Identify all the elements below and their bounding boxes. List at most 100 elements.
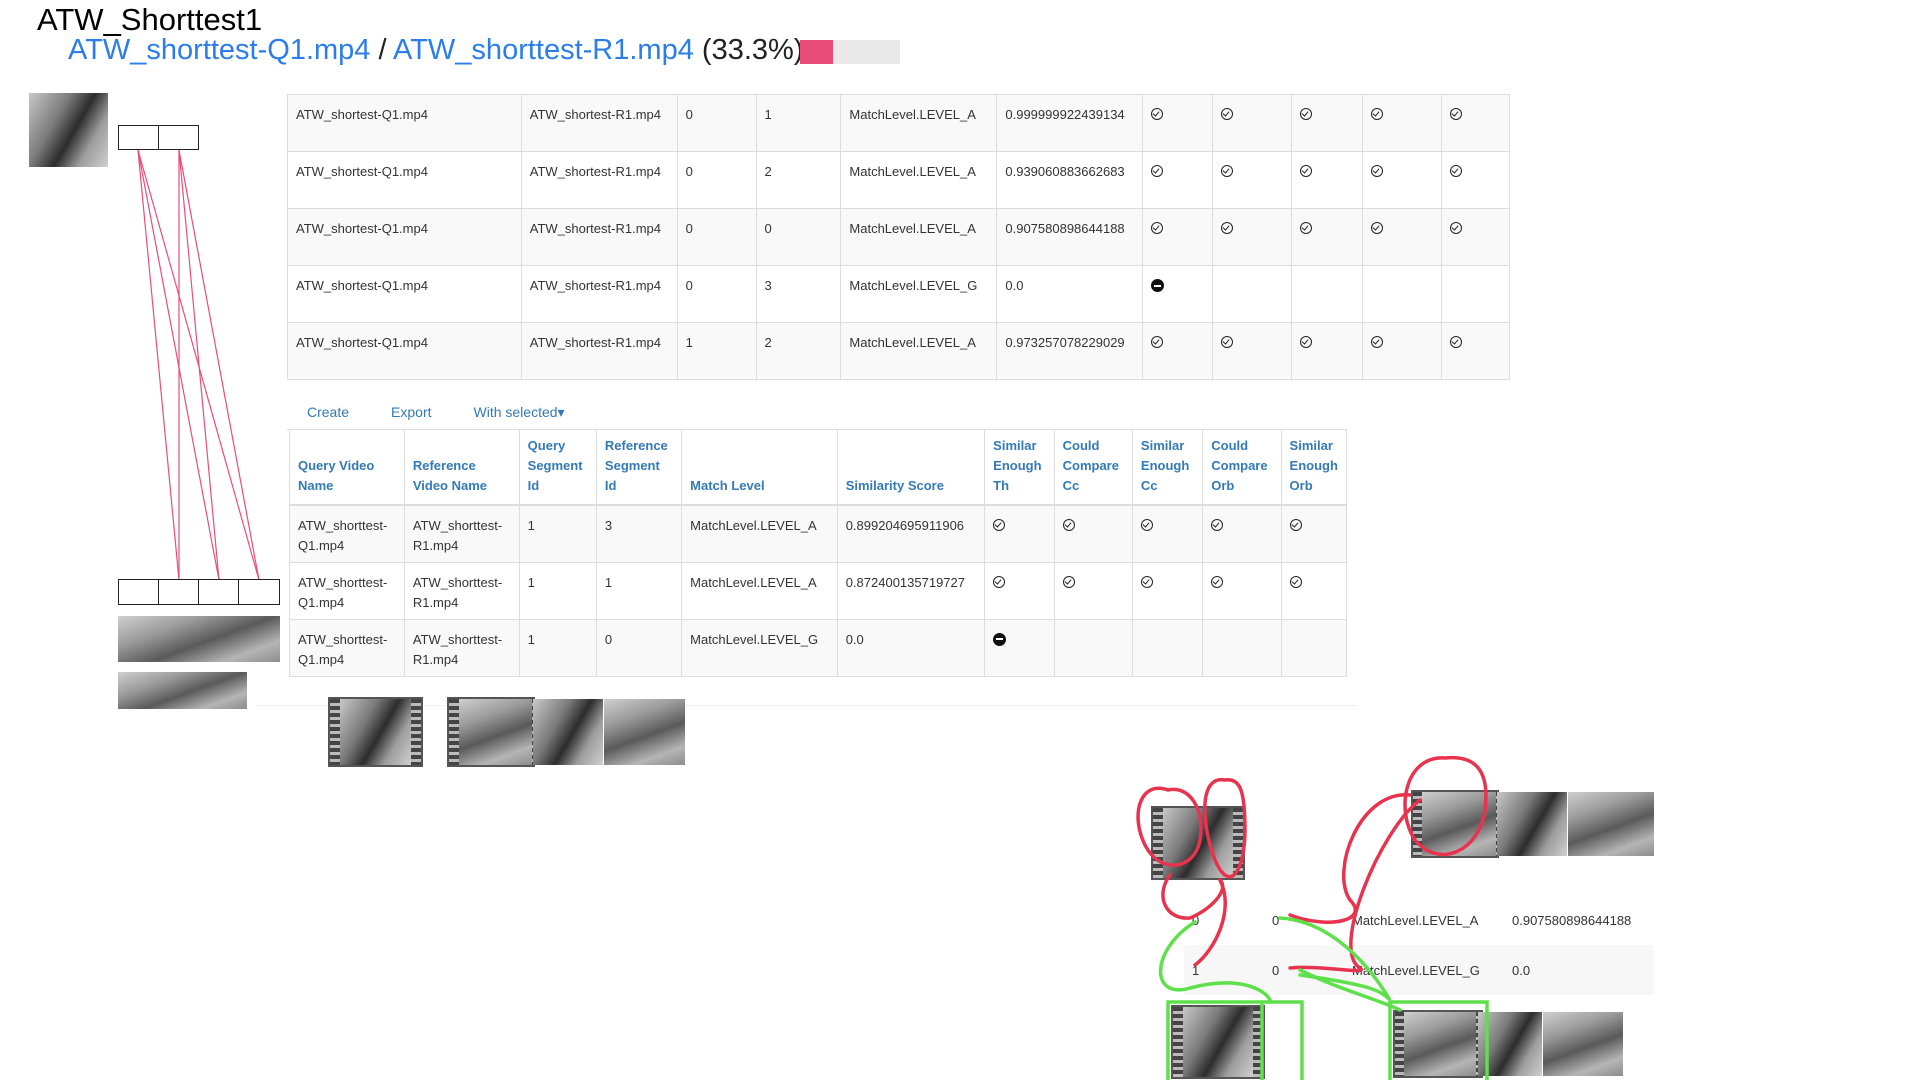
reference-video-name-cell: ATW_shortest-R1.mp4 (520, 322, 678, 380)
status-cell (1441, 265, 1510, 323)
check-circle-icon (1300, 336, 1313, 348)
reference-segment-id-cell: 1 (755, 94, 842, 152)
column-header[interactable]: Could Compare Cc (1053, 429, 1133, 506)
query-video-name-cell: ATW_shortest-Q1.mp4 (287, 94, 522, 152)
status-cell (1202, 618, 1282, 677)
reference-segment-id-cell: 2 (755, 322, 842, 380)
column-header[interactable]: Reference Segment Id (595, 429, 683, 506)
column-header[interactable]: Similar Enough Orb (1280, 429, 1348, 506)
column-header[interactable]: Similarity Score (836, 429, 986, 506)
table-row[interactable]: ATW_shortest-Q1.mp4 ATW_shortest-R1.mp4 0 1… (287, 94, 1510, 152)
check-circle-icon (1300, 108, 1313, 120)
status-cell (984, 561, 1055, 620)
table-row[interactable]: ATW_shortest-Q1.mp4 ATW_shortest-R1.mp4 0 0… (287, 208, 1510, 266)
check-circle-icon (1151, 165, 1164, 177)
reference-segment-box-3[interactable] (238, 579, 280, 605)
similarity-score-cell: 0.939060883662683 (996, 151, 1144, 209)
column-header[interactable]: Similar Enough Cc (1131, 429, 1204, 506)
check-circle-icon (1300, 165, 1313, 177)
query-video-name-cell: ATW_shortest-Q1.mp4 (287, 265, 522, 323)
status-cell (1053, 618, 1133, 677)
query-segment-id-cell: 1 (518, 561, 597, 620)
column-header[interactable]: Query Segment Id (518, 429, 597, 506)
table-row[interactable]: ATW_shortest-Q1.mp4 ATW_shortest-R1.mp4 0 2… (287, 151, 1510, 209)
with-selected-dropdown[interactable]: With selected▾ (474, 404, 565, 421)
match-level-cell: MatchLevel.LEVEL_G (840, 265, 998, 323)
status-cell (1212, 94, 1293, 152)
check-circle-icon (1221, 222, 1234, 234)
table-row[interactable]: ATW_shorttest-Q1.mp4 ATW_shorttest-R1.mp4… (289, 504, 1348, 563)
check-circle-icon (1450, 336, 1462, 348)
status-cell (1212, 265, 1293, 323)
freehand-annotations (1136, 755, 1489, 1080)
similarity-score-cell: 0.907580898644188 (996, 208, 1144, 266)
check-circle-icon (1211, 519, 1224, 531)
query-video-name-cell: ATW_shorttest-Q1.mp4 (289, 618, 405, 677)
column-header[interactable]: Similar Enough Th (984, 429, 1055, 506)
status-cell (984, 504, 1055, 563)
column-header[interactable]: Match Level (681, 429, 838, 506)
reference-segment-id-cell: 2 (755, 151, 842, 209)
green-link-1 (1158, 920, 1272, 1002)
status-cell (1280, 504, 1348, 563)
reference-video-name-cell: ATW_shortest-R1.mp4 (520, 208, 678, 266)
reference-video-name-cell: ATW_shortest-R1.mp4 (520, 151, 678, 209)
match-percent: (33.3%) (701, 34, 804, 66)
reference-segment-box-2[interactable] (198, 579, 239, 605)
status-cell (1291, 322, 1364, 380)
similarity-score-cell: 0.0 (996, 265, 1144, 323)
check-circle-icon (1450, 165, 1462, 177)
query-segment-id-cell: 0 (676, 151, 757, 209)
reference-segment-box-0[interactable] (118, 579, 159, 605)
status-cell (1441, 151, 1510, 209)
status-cell (1280, 561, 1348, 620)
table-row[interactable]: ATW_shortest-Q1.mp4 ATW_shortest-R1.mp4 0 3… (287, 265, 1510, 323)
check-circle-icon (1211, 575, 1224, 588)
reference-video-name-cell: ATW_shorttest-R1.mp4 (403, 618, 520, 677)
table-row[interactable]: ATW_shorttest-Q1.mp4 ATW_shorttest-R1.mp4… (289, 618, 1348, 677)
query-segment-id-cell: 1 (676, 322, 757, 380)
check-circle-icon (1140, 519, 1153, 531)
query-segment-id-cell: 0 (676, 208, 757, 266)
query-video-name-cell: ATW_shortest-Q1.mp4 (287, 208, 522, 266)
check-circle-icon (993, 575, 1006, 588)
check-circle-icon (1371, 108, 1384, 120)
check-circle-icon (993, 519, 1006, 531)
status-cell (1142, 208, 1214, 266)
red-link-4 (1288, 798, 1422, 973)
check-circle-icon (1151, 222, 1164, 234)
query-segment-id-cell: 0 (676, 265, 757, 323)
similarity-score-cell: 0.899204695911906 (836, 504, 986, 563)
column-header[interactable]: Reference Video Name (403, 429, 520, 506)
query-segment-id-cell: 1 (518, 618, 597, 677)
table-row[interactable]: ATW_shorttest-Q1.mp4 ATW_shorttest-R1.mp4… (289, 561, 1348, 620)
column-header[interactable]: Query Video Name (289, 429, 405, 506)
red-circle-reference (1403, 755, 1488, 857)
status-cell (1362, 322, 1442, 380)
check-circle-icon (1151, 108, 1164, 120)
reference-video-link[interactable]: ATW_shorttest-R1.mp4 (393, 34, 694, 66)
status-cell (1142, 151, 1214, 209)
reference-segment-box-1[interactable] (158, 579, 199, 605)
reference-filmstrip-frame-3 (604, 699, 685, 765)
status-cell (1362, 208, 1442, 266)
status-cell (1202, 504, 1282, 563)
export-button[interactable]: Export (391, 404, 431, 420)
status-cell (1212, 322, 1293, 380)
status-cell (1291, 265, 1364, 323)
column-header[interactable]: Could Compare Orb (1202, 429, 1282, 506)
reference-video-name-cell: ATW_shorttest-R1.mp4 (403, 561, 520, 620)
table-row[interactable]: ATW_shortest-Q1.mp4 ATW_shortest-R1.mp4 1 2… (287, 322, 1510, 380)
status-cell (1212, 208, 1293, 266)
reference-video-name-cell: ATW_shortest-R1.mp4 (520, 94, 678, 152)
match-level-cell: MatchLevel.LEVEL_A (681, 561, 838, 620)
red-link-1 (1161, 873, 1225, 920)
pair-separator: / (378, 34, 387, 66)
create-button[interactable]: Create (307, 404, 349, 420)
check-circle-icon (1371, 336, 1384, 348)
query-video-name-cell: ATW_shortest-Q1.mp4 (287, 322, 522, 380)
similarity-score-cell: 0.872400135719727 (836, 561, 986, 620)
check-circle-icon (1450, 108, 1462, 120)
matches-table-top-body: ATW_shortest-Q1.mp4 ATW_shortest-R1.mp4 0 1… (287, 94, 1510, 380)
status-cell (1441, 322, 1510, 380)
